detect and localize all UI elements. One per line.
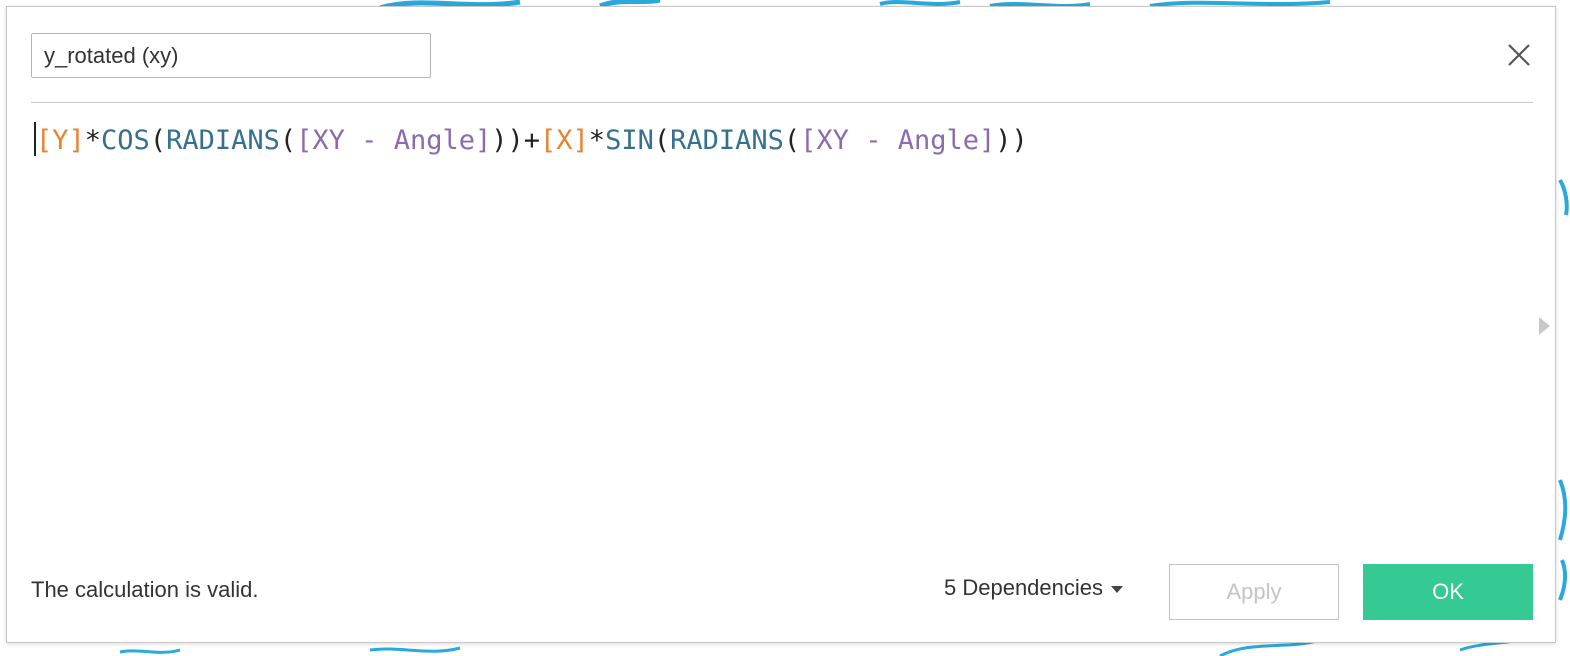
formula-function-token: SIN [605, 125, 654, 156]
dependencies-dropdown[interactable]: 5 Dependencies [944, 575, 1124, 601]
calculation-name-input[interactable] [31, 33, 431, 78]
formula-operator-token: * [588, 125, 606, 156]
formula-parameter-token: [XY - Angle] [296, 125, 492, 156]
apply-button[interactable]: Apply [1169, 564, 1339, 620]
caret-down-icon [1111, 585, 1124, 593]
close-icon[interactable] [1501, 37, 1537, 73]
formula-function-token: RADIANS [670, 125, 784, 156]
formula-field-token: [X] [540, 125, 589, 156]
formula-operator-token: * [84, 125, 102, 156]
formula-editor[interactable]: [Y]*COS(RADIANS([XY - Angle]))+[X]*SIN(R… [31, 115, 1531, 535]
ok-button[interactable]: OK [1363, 564, 1533, 620]
formula-operator-token: ( [653, 125, 671, 156]
calculation-editor-dialog: [Y]*COS(RADIANS([XY - Angle]))+[X]*SIN(R… [6, 6, 1556, 643]
formula-operator-token: ))+ [491, 125, 541, 156]
validation-status: The calculation is valid. [31, 577, 259, 602]
formula-function-token: RADIANS [166, 125, 280, 156]
formula-operator-token: )) [995, 125, 1028, 156]
formula-function-token: COS [101, 125, 150, 156]
header-divider [31, 102, 1533, 103]
formula-field-token: [Y] [36, 125, 85, 156]
dependencies-label: 5 Dependencies [944, 575, 1104, 600]
formula-parameter-token: [XY - Angle] [800, 125, 996, 156]
formula-operator-token: ( [149, 125, 167, 156]
formula-line: [Y]*COS(RADIANS([XY - Angle]))+[X]*SIN(R… [36, 125, 1028, 156]
formula-operator-token: ( [279, 125, 297, 156]
formula-operator-token: ( [783, 125, 801, 156]
triangle-right-icon[interactable] [1537, 315, 1551, 337]
